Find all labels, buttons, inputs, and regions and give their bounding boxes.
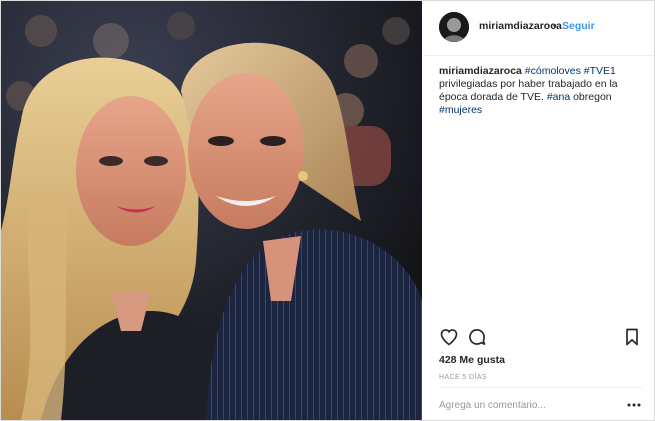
caption-username[interactable]: miriamdiazaroca [439,65,522,77]
likes-count[interactable]: 428 Me gusta [439,354,505,366]
comment-icon [469,329,486,345]
hashtag-tve1[interactable]: #TVE1 [584,65,616,77]
instagram-post: miriamdiazaroca • Seguir miriamdiazaroca… [0,0,655,421]
separator-dot: • [553,20,557,32]
avatar-image [439,12,469,42]
more-options-button[interactable] [626,397,642,413]
avatar[interactable] [439,12,469,42]
post-timestamp[interactable]: HACE 5 DÍAS [439,374,487,381]
comment-button[interactable] [467,327,487,347]
comment-input[interactable]: Agrega un comentario... [439,400,546,411]
comment-bar: Agrega un comentario... [439,387,642,421]
username-link[interactable]: miriamdiazaroca [479,20,562,32]
more-options-icon [627,403,641,407]
like-button[interactable] [439,327,459,347]
caption-text-2: obregon [573,91,612,103]
hashtag-mujeres[interactable]: #mujeres [439,104,482,116]
post-header: miriamdiazaroca • Seguir [423,1,654,56]
selfie-photo-illustration [1,1,422,420]
post-photo[interactable] [1,1,422,420]
post-sidebar: miriamdiazaroca • Seguir miriamdiazaroca… [423,1,654,420]
save-button[interactable] [622,327,642,347]
hashtag-comoloves[interactable]: #cómoloves [525,65,581,77]
action-bar [423,327,654,349]
follow-button[interactable]: Seguir [562,20,595,32]
hashtag-ana[interactable]: #ana [547,91,570,103]
post-caption: miriamdiazaroca #cómoloves #TVE1 privile… [439,65,643,117]
bookmark-icon [626,328,638,346]
heart-icon [440,329,458,346]
